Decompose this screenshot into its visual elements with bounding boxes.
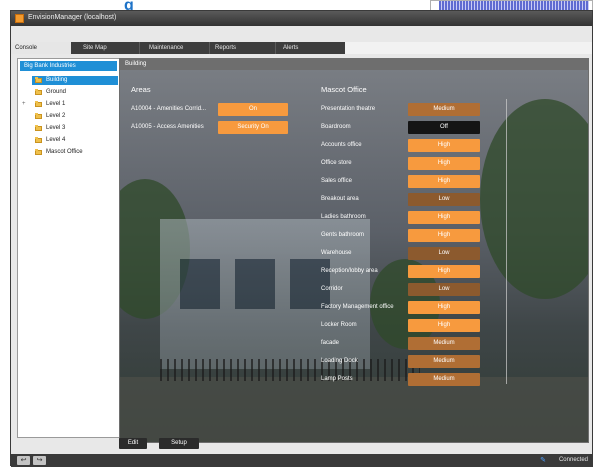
zone-state-button[interactable]: Low (408, 247, 480, 260)
zone-state-button[interactable]: High (408, 139, 480, 152)
tab-separator (275, 42, 276, 54)
mascot-office-title: Mascot Office (321, 85, 367, 94)
folder-icon (35, 113, 42, 119)
tab-separator (209, 42, 210, 54)
folder-icon (35, 125, 42, 131)
tabbar-filler (345, 42, 592, 54)
zone-label: Locker Room (321, 322, 357, 328)
area-label: A10004 - Amenities Corrid... (131, 106, 207, 112)
zone-state-button[interactable]: Low (408, 193, 480, 206)
sidebar-item-label: Level 3 (46, 125, 66, 131)
sidebar-item-level-1[interactable]: + Level 1 (20, 100, 118, 109)
app-icon (15, 14, 24, 23)
zone-label: Ladies bathroom (321, 214, 366, 220)
sidebar-item-level-2[interactable]: Level 2 (32, 112, 118, 121)
folder-icon (35, 149, 42, 155)
tab-reports[interactable]: Reports (215, 42, 265, 54)
zone-state-button[interactable]: High (408, 211, 480, 224)
zone-state-button[interactable]: High (408, 175, 480, 188)
status-bar: ↩ ↪ ✎ Connected (11, 454, 593, 467)
sidebar-header[interactable]: Big Bank Industries (20, 61, 117, 71)
folder-icon (35, 77, 42, 83)
area-state-button[interactable]: On (218, 103, 288, 116)
zone-label: Presentation theatre (321, 106, 376, 112)
sidebar-item-mascot-office[interactable]: Mascot Office (32, 148, 118, 157)
zone-state-button[interactable]: Medium (408, 373, 480, 386)
back-arrow-icon[interactable]: ↩ (17, 456, 30, 465)
sidebar-item-level-4[interactable]: Level 4 (32, 136, 118, 145)
window-title: EnvisionManager (localhost) (28, 14, 117, 21)
sidebar-item-label: Mascot Office (46, 149, 83, 155)
zone-label: Sales office (321, 178, 352, 184)
building-window (180, 259, 220, 309)
zone-label: Boardroom (321, 124, 351, 130)
zone-state-button[interactable]: High (408, 301, 480, 314)
expand-icon[interactable]: + (22, 100, 26, 109)
tab-separator (139, 42, 140, 54)
zone-state-button[interactable]: High (408, 265, 480, 278)
background-ground (120, 377, 588, 442)
forward-arrow-icon[interactable]: ↪ (33, 456, 46, 465)
tab-maintenance[interactable]: Maintenance (149, 42, 209, 54)
zone-label: Accounts office (321, 142, 362, 148)
zone-state-button[interactable]: Medium (408, 355, 480, 368)
sidebar-tree: Big Bank Industries Building Ground + Le… (17, 58, 120, 438)
zone-state-button[interactable]: Off (408, 121, 480, 134)
building-view: Building Areas A10004 - Amenities Corrid… (119, 58, 589, 443)
folder-icon (35, 101, 42, 107)
sidebar-item-building[interactable]: Building (32, 76, 118, 85)
zone-state-button[interactable]: Medium (408, 337, 480, 350)
zone-label: Corridor (321, 286, 343, 292)
folder-icon (35, 89, 42, 95)
tab-console[interactable]: Console (11, 42, 71, 54)
zone-label: Office store (321, 160, 352, 166)
zone-label: Warehouse (321, 250, 352, 256)
edit-button[interactable]: Edit (119, 438, 147, 449)
areas-title: Areas (131, 85, 151, 94)
tab-bar: Console Site Map Maintenance Reports Ale… (11, 42, 592, 54)
background-fence (160, 359, 420, 381)
app-window: EnvisionManager (localhost) Console Site… (10, 10, 593, 467)
building-window (235, 259, 275, 309)
zone-state-button[interactable]: High (408, 157, 480, 170)
folder-icon (35, 137, 42, 143)
tab-alerts[interactable]: Alerts (283, 42, 333, 54)
sidebar-item-label: Level 2 (46, 113, 66, 119)
main-header: Building (120, 59, 588, 70)
zone-state-button[interactable]: High (408, 319, 480, 332)
connected-icon: ✎ (540, 457, 546, 464)
area-state-button[interactable]: Security On (218, 121, 288, 134)
zone-state-button[interactable]: High (408, 229, 480, 242)
background-tree (480, 99, 588, 299)
zone-label: Gents bathroom (321, 232, 365, 238)
zone-label: Breakout area (321, 196, 359, 202)
zone-label: Lamp Posts (321, 376, 353, 382)
sidebar-item-label: Building (46, 77, 68, 83)
zone-label: Reception/lobby area (321, 268, 378, 274)
setup-button[interactable]: Setup (159, 438, 199, 449)
sidebar-item-label: Level 4 (46, 137, 66, 143)
sidebar-item-label: Level 1 (46, 101, 66, 107)
sidebar-item-level-3[interactable]: Level 3 (32, 124, 118, 133)
area-label: A10005 - Access Amenities (131, 124, 204, 130)
sidebar-item-ground[interactable]: Ground (32, 88, 118, 97)
zone-state-button[interactable]: Medium (408, 103, 480, 116)
zone-label: Factory Management office (321, 304, 394, 310)
column-divider (506, 99, 507, 384)
zone-label: facade (321, 340, 340, 346)
zone-state-button[interactable]: Low (408, 283, 480, 296)
title-bar: EnvisionManager (localhost) (11, 11, 592, 26)
tab-site-map[interactable]: Site Map (83, 42, 133, 54)
connection-status: Connected (558, 457, 588, 463)
zone-label: Loading Dock (321, 358, 358, 364)
sidebar-item-label: Ground (46, 89, 67, 95)
